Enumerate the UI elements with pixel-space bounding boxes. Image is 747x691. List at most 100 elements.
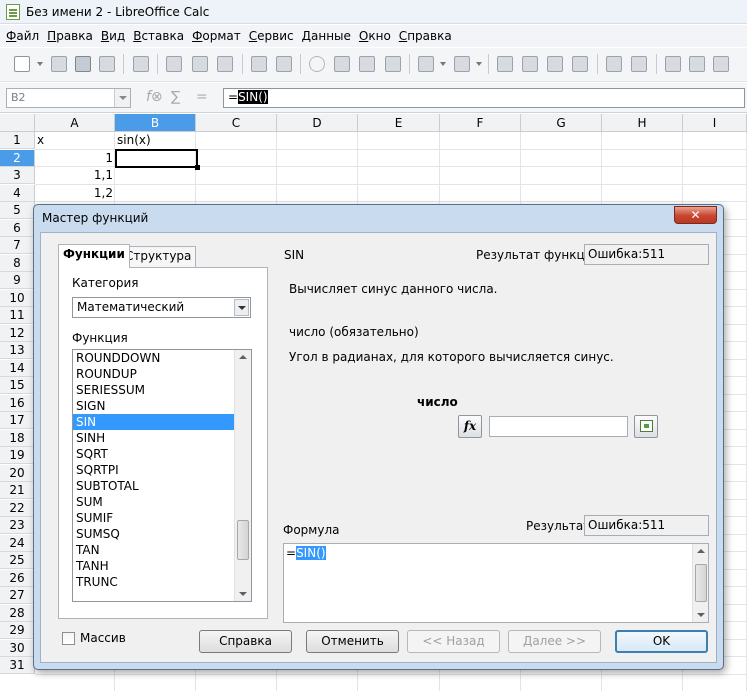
scroll-down-icon[interactable] (239, 592, 247, 596)
hyperlink-icon[interactable] (497, 56, 513, 72)
function-wizard-icon[interactable]: f⊗ (146, 89, 163, 105)
row-header-24[interactable]: 24 (0, 534, 35, 552)
function-list-item[interactable]: ROUNDDOWN (73, 350, 235, 366)
nested-function-button[interactable]: fx (458, 415, 482, 438)
row-header-17[interactable]: 17 (0, 412, 35, 429)
cell-b1[interactable]: sin(x) (115, 132, 196, 149)
menu-insert[interactable]: Вставка (131, 29, 190, 43)
paste-icon[interactable] (359, 56, 375, 72)
category-select[interactable]: Математический (72, 297, 251, 318)
back-button[interactable]: << Назад (407, 630, 500, 653)
menu-data[interactable]: Данные (300, 29, 357, 43)
cell-a2[interactable]: 1 (35, 150, 115, 167)
menu-help[interactable]: Справка (397, 29, 458, 43)
redo-dropdown-icon[interactable] (476, 62, 482, 66)
chart-icon[interactable] (606, 56, 622, 72)
column-header-a[interactable]: A (35, 114, 115, 132)
row-header-10[interactable]: 10 (0, 289, 35, 307)
tab-structure[interactable]: Структура (120, 246, 197, 267)
copy-icon[interactable] (334, 56, 350, 72)
function-list-item[interactable]: SINH (73, 430, 235, 446)
column-header-i[interactable]: I (683, 114, 747, 132)
clone-formatting-icon[interactable] (385, 56, 401, 72)
email-icon[interactable] (99, 56, 115, 72)
autofilter-icon[interactable] (572, 56, 588, 72)
column-header-d[interactable]: D (277, 114, 358, 132)
tab-functions[interactable]: Функции (58, 244, 130, 268)
row-header-26[interactable]: 26 (0, 569, 35, 587)
function-list-item[interactable]: SUMSQ (73, 526, 235, 542)
row-header-12[interactable]: 12 (0, 324, 35, 342)
formula-editor[interactable]: =SIN() (283, 543, 709, 623)
column-header-b[interactable]: B (115, 114, 196, 132)
navigator-icon[interactable] (689, 56, 705, 72)
row-header-29[interactable]: 29 (0, 622, 35, 639)
function-list-item[interactable]: TAN (73, 542, 235, 558)
function-list-item[interactable]: SUM (73, 494, 235, 510)
row-header-23[interactable]: 23 (0, 517, 35, 534)
sort-ascending-icon[interactable] (522, 56, 538, 72)
function-list-scrollbar[interactable] (234, 350, 251, 601)
row-header-18[interactable]: 18 (0, 429, 35, 447)
scroll-up-icon[interactable] (697, 549, 705, 553)
undo-icon[interactable] (418, 56, 434, 72)
chevron-down-icon[interactable] (114, 89, 130, 107)
cancel-button[interactable]: Отменить (306, 630, 399, 653)
function-list-item[interactable]: SUBTOTAL (73, 478, 235, 494)
row-header-28[interactable]: 28 (0, 604, 35, 622)
menu-format[interactable]: Формат (190, 29, 247, 43)
edit-file-icon[interactable] (133, 56, 149, 72)
redo-icon[interactable] (454, 56, 470, 72)
formula-input[interactable]: =SIN() (223, 88, 745, 108)
menu-edit[interactable]: Правка (45, 29, 99, 43)
function-list-item[interactable]: SIN (73, 414, 235, 430)
row-header-27[interactable]: 27 (0, 587, 35, 604)
row-header-3[interactable]: 3 (0, 167, 35, 184)
row-header-13[interactable]: 13 (0, 342, 35, 359)
row-header-6[interactable]: 6 (0, 219, 35, 237)
equals-icon[interactable]: = (196, 89, 208, 105)
formula-editor-scrollbar[interactable] (692, 544, 708, 622)
row-header-14[interactable]: 14 (0, 359, 35, 377)
row-header-7[interactable]: 7 (0, 237, 35, 254)
row-header-25[interactable]: 25 (0, 552, 35, 569)
next-button[interactable]: Далее >> (508, 630, 601, 653)
menu-window[interactable]: Окно (357, 29, 397, 43)
menu-tools[interactable]: Сервис (247, 29, 300, 43)
export-pdf-icon[interactable] (166, 56, 182, 72)
sort-descending-icon[interactable] (547, 56, 563, 72)
menu-view[interactable]: Вид (99, 29, 131, 43)
function-list-item[interactable]: SERIESSUM (73, 382, 235, 398)
column-header-c[interactable]: C (196, 114, 277, 132)
scroll-up-icon[interactable] (239, 355, 247, 359)
function-list-item[interactable]: SUMIF (73, 510, 235, 526)
row-header-19[interactable]: 19 (0, 447, 35, 464)
column-header-f[interactable]: F (440, 114, 521, 132)
row-header-1[interactable]: 1 (0, 132, 35, 149)
column-header-h[interactable]: H (602, 114, 683, 132)
ok-button[interactable]: OK (615, 630, 708, 653)
spellcheck-icon[interactable] (251, 56, 267, 72)
row-header-31[interactable]: 31 (0, 657, 35, 674)
row-header-4[interactable]: 4 (0, 184, 35, 202)
open-icon[interactable] (51, 56, 67, 72)
row-header-2[interactable]: 2 (0, 149, 35, 167)
cell-a1[interactable]: x (35, 132, 115, 149)
function-list-item[interactable]: SIGN (73, 398, 235, 414)
scroll-thumb[interactable] (237, 519, 249, 560)
function-list[interactable]: ROUNDDOWN ROUNDUP SERIESSUM SIGN SIN SINH SQRT… (72, 349, 252, 602)
help-button[interactable]: Справка (199, 630, 292, 653)
name-box[interactable]: B2 (6, 88, 131, 108)
undo-dropdown-icon[interactable] (440, 62, 446, 66)
cell-a3[interactable]: 1,1 (35, 167, 115, 184)
row-header-16[interactable]: 16 (0, 394, 35, 412)
row-header-8[interactable]: 8 (0, 254, 35, 272)
row-header-22[interactable]: 22 (0, 499, 35, 517)
scroll-thumb[interactable] (695, 564, 707, 602)
row-header-21[interactable]: 21 (0, 482, 35, 499)
autospellcheck-icon[interactable] (276, 56, 292, 72)
new-dropdown-icon[interactable] (37, 62, 43, 66)
function-list-item[interactable]: SQRTPI (73, 462, 235, 478)
column-header-g[interactable]: G (521, 114, 602, 132)
function-list-item[interactable]: TRUNC (73, 574, 235, 590)
